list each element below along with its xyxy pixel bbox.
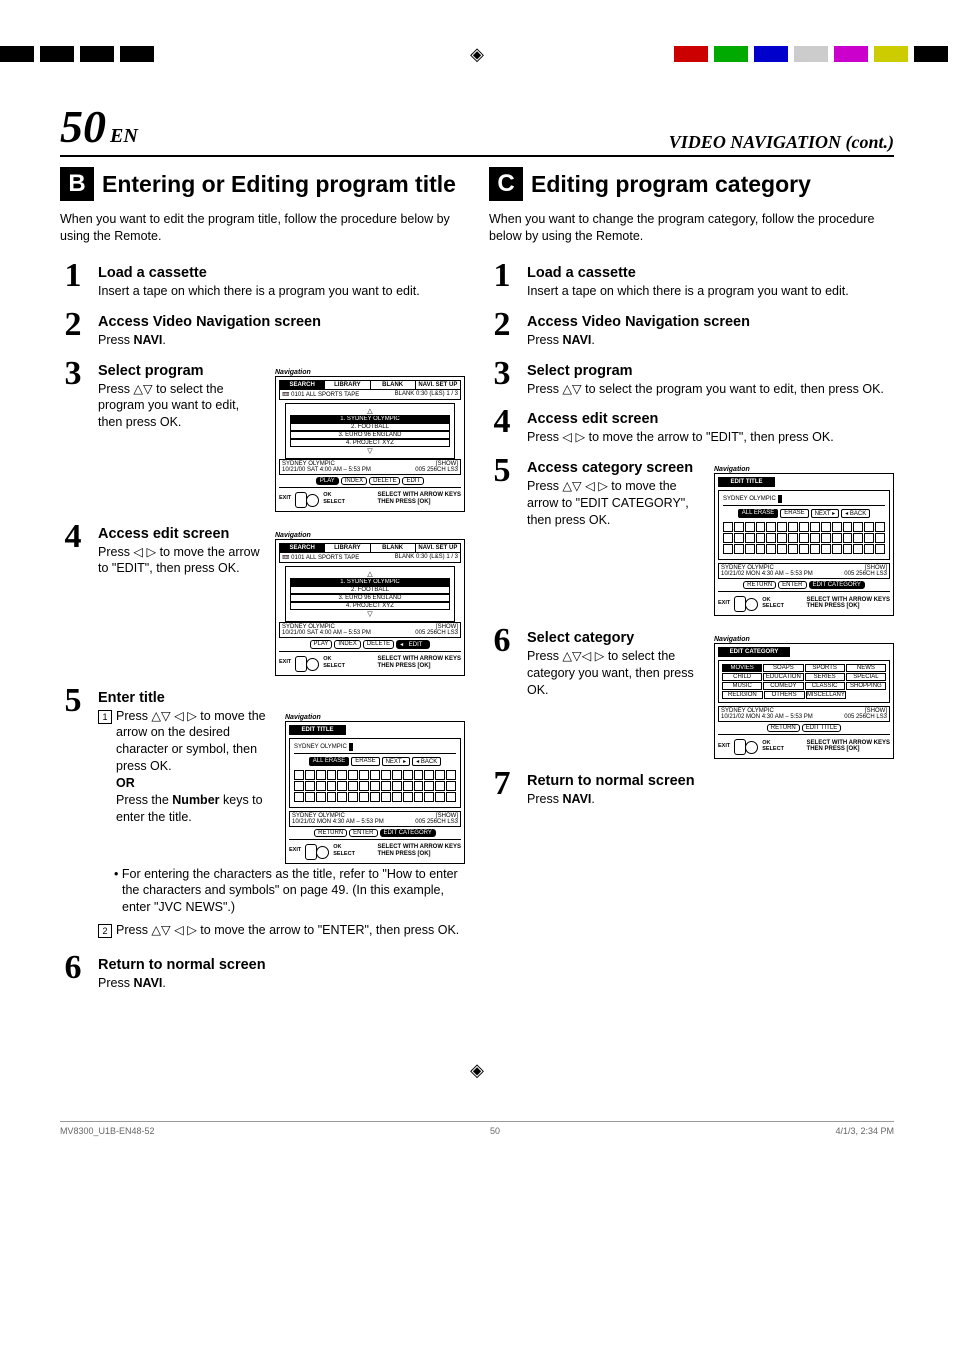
b-step6-text: Press NAVI. bbox=[98, 975, 465, 992]
page-footer: MV8300_U1B-EN48-52 50 4/1/3, 2:34 PM bbox=[60, 1121, 894, 1136]
print-registration-marks: ◈ bbox=[0, 46, 954, 62]
navigation-label: Navigation bbox=[714, 466, 894, 473]
step-number: 4 bbox=[60, 520, 86, 554]
remote-icon bbox=[295, 654, 319, 672]
c-step7-title: Return to normal screen bbox=[527, 773, 894, 789]
b-step5-sub2: Press △▽ ◁ ▷ to move the arrow to "ENTER… bbox=[116, 922, 459, 939]
b-step5-sub1b: Press the Number keys to enter the title… bbox=[116, 793, 263, 824]
search-screen-2: SEARCHLIBRARYBLANKNAVI. SET UP 📼 0101 AL… bbox=[275, 539, 465, 676]
c-step1-title: Load a cassette bbox=[527, 265, 894, 281]
c-step5-title: Access category screen bbox=[527, 460, 704, 476]
navigation-label: Navigation bbox=[714, 636, 894, 643]
navigation-label: Navigation bbox=[275, 532, 465, 539]
c-step4-text: Press ◁ ▷ to move the arrow to "EDIT", t… bbox=[527, 429, 894, 446]
step-number: 5 bbox=[60, 684, 86, 718]
step-number: 4 bbox=[489, 405, 515, 439]
b-step4-text: Press ◁ ▷ to move the arrow to "EDIT", t… bbox=[98, 544, 265, 578]
navigation-label: Navigation bbox=[275, 369, 465, 376]
section-title: VIDEO NAVIGATION (cont.) bbox=[669, 132, 894, 153]
or-label: OR bbox=[116, 776, 135, 790]
b-step5-bullet: • For entering the characters as the tit… bbox=[114, 866, 465, 917]
bottom-center-mark-icon: ◈ bbox=[60, 1060, 894, 1081]
c-step6-title: Select category bbox=[527, 630, 704, 646]
section-c-intro: When you want to change the program cate… bbox=[489, 211, 894, 245]
edit-category-screen: EDIT CATEGORY MOVIESSOAPSSPORTSNEWS CHIL… bbox=[714, 643, 894, 759]
footer-page-number: 50 bbox=[490, 1126, 500, 1136]
step-number: 6 bbox=[489, 624, 515, 658]
step-number: 2 bbox=[489, 308, 515, 342]
footer-timestamp: 4/1/3, 2:34 PM bbox=[835, 1126, 894, 1136]
section-b-intro: When you want to edit the program title,… bbox=[60, 211, 465, 245]
b-step1-text: Insert a tape on which there is a progra… bbox=[98, 283, 465, 300]
navigation-label: Navigation bbox=[285, 714, 465, 721]
c-step5-text: Press △▽ ◁ ▷ to move the arrow to "EDIT … bbox=[527, 478, 704, 529]
b-step3-title: Select program bbox=[98, 363, 265, 379]
step-number: 7 bbox=[489, 767, 515, 801]
step-number: 2 bbox=[60, 308, 86, 342]
c-step3-text: Press △▽ to select the program you want … bbox=[527, 381, 894, 398]
step-number: 5 bbox=[489, 454, 515, 488]
b-step1-title: Load a cassette bbox=[98, 265, 465, 281]
substep-2-icon: 2 bbox=[98, 924, 112, 938]
footer-filename: MV8300_U1B-EN48-52 bbox=[60, 1126, 155, 1136]
c-step4-title: Access edit screen bbox=[527, 411, 894, 427]
page-number: 50EN bbox=[60, 100, 138, 153]
substep-1-icon: 1 bbox=[98, 710, 112, 724]
edit-title-category-screen: EDIT TITLE SYDNEY OLYMPIC ALL ERASEERASE… bbox=[714, 473, 894, 616]
c-step2-title: Access Video Navigation screen bbox=[527, 314, 894, 330]
c-step7-text: Press NAVI. bbox=[527, 791, 894, 808]
b-step4-title: Access edit screen bbox=[98, 526, 265, 542]
section-c-badge: C bbox=[489, 167, 523, 201]
step-number: 1 bbox=[489, 259, 515, 293]
c-step2-text: Press NAVI. bbox=[527, 332, 894, 349]
remote-icon bbox=[734, 737, 758, 755]
section-b-title: Entering or Editing program title bbox=[102, 172, 456, 196]
b-step3-text: Press △▽ to select the program you want … bbox=[98, 381, 265, 432]
step-number: 6 bbox=[60, 951, 86, 985]
step-number: 3 bbox=[489, 357, 515, 391]
section-b-badge: B bbox=[60, 167, 94, 201]
b-step2-title: Access Video Navigation screen bbox=[98, 314, 465, 330]
b-step6-title: Return to normal screen bbox=[98, 957, 465, 973]
step-number: 3 bbox=[60, 357, 86, 391]
c-step6-text: Press △▽◁ ▷ to select the category you w… bbox=[527, 648, 704, 699]
step-number: 1 bbox=[60, 259, 86, 293]
remote-icon bbox=[295, 490, 319, 508]
section-c-title: Editing program category bbox=[531, 172, 811, 196]
search-screen-1: SEARCHLIBRARYBLANKNAVI. SET UP 📼 0101 AL… bbox=[275, 376, 465, 512]
center-mark-icon: ◈ bbox=[470, 44, 484, 65]
b-step2-text: Press NAVI. bbox=[98, 332, 465, 349]
b-step5-title: Enter title bbox=[98, 690, 465, 706]
c-step1-text: Insert a tape on which there is a progra… bbox=[527, 283, 894, 300]
remote-icon bbox=[305, 842, 329, 860]
remote-icon bbox=[734, 594, 758, 612]
edit-title-screen: EDIT TITLE SYDNEY OLYMPIC ALL ERASEERASE… bbox=[285, 721, 465, 864]
c-step3-title: Select program bbox=[527, 363, 894, 379]
b-step5-sub1: Press △▽ ◁ ▷ to move the arrow on the de… bbox=[116, 709, 266, 774]
